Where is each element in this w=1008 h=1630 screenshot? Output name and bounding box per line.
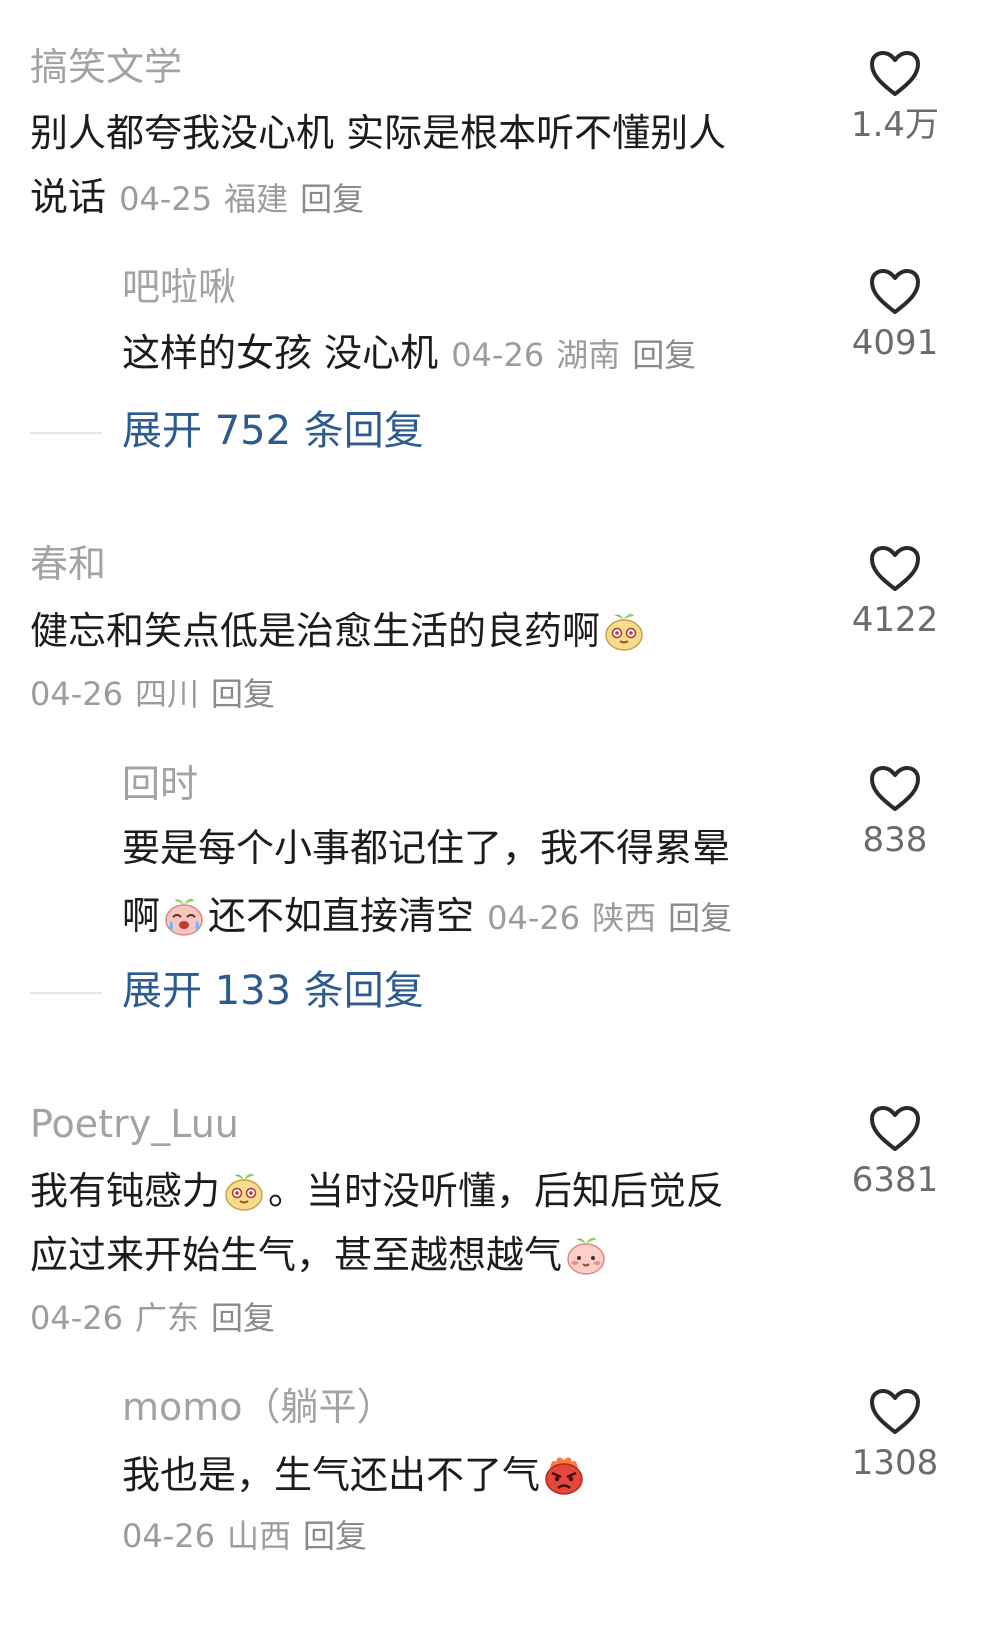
like-count: 838 (862, 820, 928, 860)
comment-date: 04-26 (30, 1299, 123, 1337)
comment-text: 应过来开始生气，甚至越想越气 (30, 1233, 563, 1277)
reply-username[interactable]: momo（躺平） (122, 1388, 395, 1426)
heart-outline-icon (870, 1106, 920, 1151)
expand-replies-button[interactable]: 展开 133 条回复 (122, 971, 424, 1011)
comment-date: 04-25 (119, 180, 213, 218)
heart-outline-icon (870, 766, 920, 811)
sprout-face-emoji (605, 613, 643, 651)
like-button[interactable]: 1308 (835, 1388, 955, 1480)
reply-text: 啊 (122, 894, 161, 938)
reply-text-line: 要是每个小事都记住了，我不得累晕 (122, 826, 731, 870)
reply-date: 04-26 (487, 899, 581, 937)
comment-text-line: 说话 (30, 175, 107, 219)
like-button[interactable]: 4122 (835, 545, 955, 637)
like-button[interactable]: 6381 (835, 1105, 955, 1197)
heart-outline-icon (870, 1389, 920, 1434)
reply-location: 山西 (226, 1517, 291, 1555)
reply-username[interactable]: 吧啦啾 (122, 268, 236, 306)
comment-text-line: 别人都夸我没心机 实际是根本听不懂别人 (30, 111, 727, 155)
reply-text: 这样的女孩 没心机 (122, 331, 439, 375)
comment-text: 健忘和笑点低是治愈生活的良药啊 (30, 609, 601, 653)
heart-outline-icon (870, 51, 920, 96)
comment-text-row: 健忘和笑点低是治愈生活的良药啊 (30, 608, 648, 652)
comment-username[interactable]: 搞笑文学 (30, 48, 182, 86)
like-count: 4122 (851, 600, 939, 640)
reply-date: 04-26 (451, 336, 545, 374)
like-count: 1308 (851, 1443, 939, 1483)
crying-face-emoji (165, 898, 203, 936)
like-count: 6381 (851, 1160, 939, 1200)
comment-username[interactable]: Poetry_Luu (30, 1105, 239, 1143)
reply-text: 我也是，生气还出不了气 (122, 1453, 541, 1497)
reply-button[interactable]: 回复 (632, 336, 696, 374)
reply-meta: 04-26 山西 回复 (122, 1520, 379, 1552)
reply-username[interactable]: 回时 (122, 765, 198, 803)
comment-location: 四川 (134, 675, 199, 713)
reply-meta: 04-26 陕西 回复 (487, 899, 744, 937)
reply-location: 陕西 (592, 899, 657, 937)
comment-text: 我有钝感力 (30, 1169, 221, 1213)
reply-button[interactable]: 回复 (211, 675, 275, 713)
expand-divider (30, 992, 102, 994)
reply-button[interactable]: 回复 (668, 899, 732, 937)
shy-face-emoji (567, 1237, 605, 1275)
like-count: 4091 (851, 323, 939, 363)
comment-location: 广东 (134, 1299, 199, 1337)
like-button[interactable]: 1.4万 (835, 50, 955, 142)
comment-date: 04-26 (30, 675, 123, 713)
angry-face-emoji (545, 1457, 583, 1495)
reply-location: 湖南 (556, 336, 621, 374)
expand-divider (30, 432, 102, 434)
heart-outline-icon (870, 546, 920, 591)
reply-button[interactable]: 回复 (303, 1517, 367, 1555)
heart-outline-icon (870, 269, 920, 314)
comment-text: 。当时没听懂，后知后觉反 (268, 1169, 725, 1213)
reply-text: 还不如直接清空 (208, 894, 475, 938)
comment-meta: 04-26 四川 回复 (30, 678, 287, 710)
sprout-face-emoji (225, 1173, 263, 1211)
reply-line: 这样的女孩 没心机 04-26 湖南 回复 (122, 334, 708, 372)
comment-meta: 04-26 广东 回复 (30, 1302, 287, 1334)
comment-meta: 04-25 福建 回复 (119, 180, 376, 218)
reply-second-line: 啊 还不如直接清空 04-26 陕西 回复 (122, 893, 744, 937)
reply-button[interactable]: 回复 (211, 1299, 275, 1337)
reply-button[interactable]: 回复 (300, 180, 364, 218)
reply-date: 04-26 (122, 1517, 215, 1555)
comment-first-line: 我有钝感力 。当时没听懂，后知后觉反 (30, 1168, 724, 1212)
comment-second-line: 应过来开始生气，甚至越想越气 (30, 1232, 610, 1276)
reply-meta: 04-26 湖南 回复 (451, 336, 708, 374)
like-count: 1.4万 (850, 105, 940, 145)
comment-location: 福建 (224, 180, 289, 218)
reply-line: 我也是，生气还出不了气 (122, 1452, 588, 1496)
like-button[interactable]: 838 (835, 765, 955, 857)
expand-replies-button[interactable]: 展开 752 条回复 (122, 411, 424, 451)
comment-second-line: 说话 04-25 福建 回复 (30, 178, 376, 216)
comment-username[interactable]: 春和 (30, 545, 106, 583)
like-button[interactable]: 4091 (835, 268, 955, 360)
